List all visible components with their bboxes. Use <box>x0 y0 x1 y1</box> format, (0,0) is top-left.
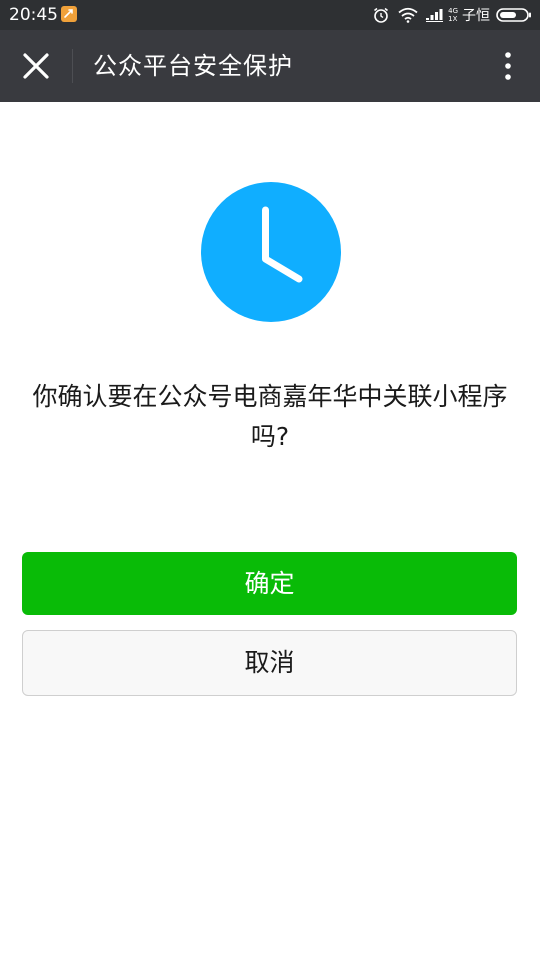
close-button[interactable] <box>14 44 58 88</box>
alarm-icon <box>372 6 390 24</box>
cancel-button[interactable]: 取消 <box>22 630 517 696</box>
nav-divider <box>72 49 73 83</box>
more-button[interactable] <box>498 48 518 84</box>
status-icons: 4G 1X 子恒 <box>372 4 532 26</box>
close-icon <box>23 53 49 79</box>
nav-bar: 公众平台安全保护 <box>0 30 540 102</box>
network-type: 4G 1X <box>448 7 458 23</box>
clock-icon <box>201 182 341 322</box>
battery-icon <box>496 7 532 23</box>
wifi-icon <box>398 7 418 23</box>
confirm-button[interactable]: 确定 <box>22 552 517 615</box>
confirm-prompt: 你确认要在公众号电商嘉年华中关联小程序吗? <box>32 382 508 451</box>
status-bar: 20:45 4G 1X 子恒 <box>0 0 540 30</box>
page-title: 公众平台安全保护 <box>93 52 293 80</box>
more-vertical-icon <box>505 52 511 80</box>
status-time: 20:45 <box>9 5 58 25</box>
carrier-name: 子恒 <box>462 8 490 24</box>
app-notification-icon <box>61 6 77 22</box>
signal-icon <box>426 8 446 22</box>
